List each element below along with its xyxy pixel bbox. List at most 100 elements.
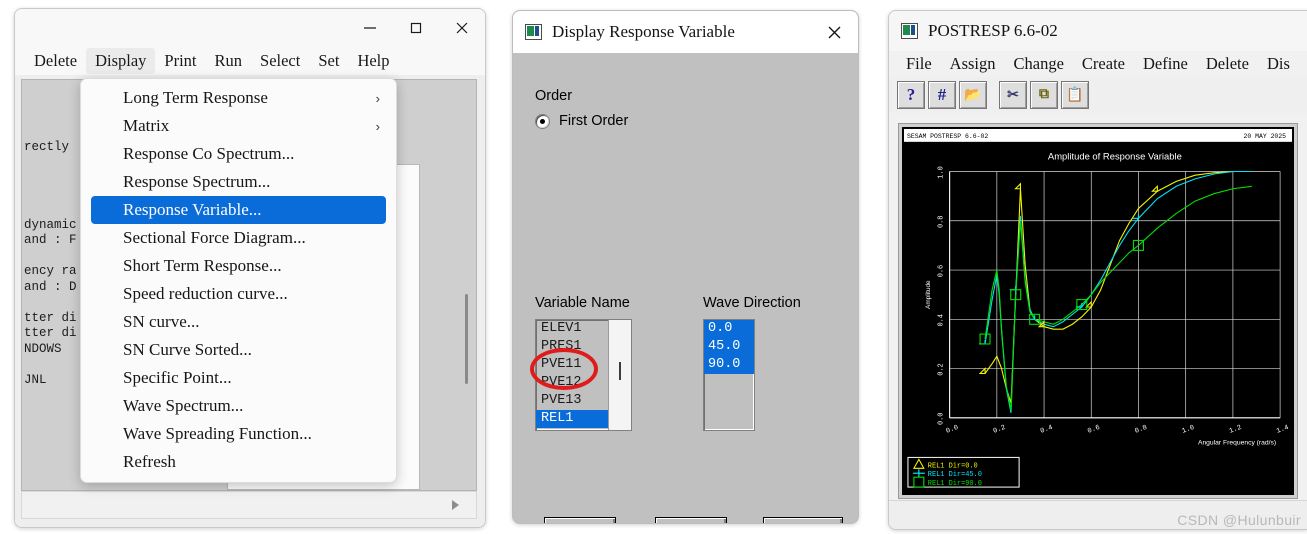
- hash-icon[interactable]: #: [928, 81, 956, 109]
- postresp-menu-item-dis[interactable]: Dis: [1258, 54, 1299, 74]
- scroll-right-icon[interactable]: [448, 498, 462, 517]
- postresp-menu-item-define[interactable]: Define: [1134, 54, 1197, 74]
- plot-container: SESAM POSTRESP 6.6-02 20 MAY 2025 Amplitud…: [898, 123, 1298, 499]
- display-menu-item-label: Speed reduction curve...: [123, 284, 288, 303]
- first-order-label: First Order: [559, 113, 629, 129]
- svg-text:0.4: 0.4: [938, 314, 946, 326]
- variable-list-item[interactable]: PRES1: [536, 338, 608, 356]
- svg-text:1.0: 1.0: [938, 166, 946, 178]
- display-dropdown-menu: Long Term Response › Matrix › Response Co Sp…: [80, 78, 397, 483]
- display-menu-item-13[interactable]: Refresh: [81, 448, 396, 476]
- display-menu-item-2[interactable]: Response Co Spectrum...: [81, 140, 396, 168]
- window1-vertical-scrollbar[interactable]: [460, 164, 472, 484]
- postresp-menu-item-delete[interactable]: Delete: [1197, 54, 1258, 74]
- postresp-title: POSTRESP 6.6-02: [928, 21, 1058, 40]
- display-response-variable-dialog: Display Response Variable Order First Or…: [512, 10, 859, 524]
- display-menu-item-11[interactable]: Wave Spectrum...: [81, 392, 396, 420]
- app-window-icon: [901, 23, 918, 39]
- menu-item-display[interactable]: Display: [86, 48, 156, 74]
- minimize-icon[interactable]: [347, 9, 393, 47]
- display-menu-item-label: Response Spectrum...: [123, 172, 271, 191]
- variable-list-item[interactable]: PVE13: [536, 392, 608, 410]
- variable-list-item[interactable]: REL1: [536, 410, 608, 428]
- postresp-menu-item-assign[interactable]: Assign: [941, 54, 1005, 74]
- apply-button[interactable]: Apply: [655, 517, 727, 523]
- postresp-menu-item-create[interactable]: Create: [1073, 54, 1134, 74]
- window1-controls: [347, 9, 485, 47]
- svg-text:REL1 Dir=90.0: REL1 Dir=90.0: [928, 480, 982, 488]
- scrollbar-thumb[interactable]: [465, 294, 468, 384]
- menu-item-help[interactable]: Help: [348, 48, 398, 74]
- svg-text:REL1 Dir=0.0: REL1 Dir=0.0: [928, 462, 978, 470]
- display-menu-item-7[interactable]: Speed reduction curve...: [81, 280, 396, 308]
- paste-icon[interactable]: 📋: [1061, 81, 1089, 109]
- ok-button[interactable]: OK: [544, 517, 616, 523]
- display-menu-item-1[interactable]: Matrix ›: [81, 112, 396, 140]
- radio-selected-icon[interactable]: [535, 113, 550, 129]
- postresp-menu-item-file[interactable]: File: [897, 54, 941, 74]
- svg-text:Amplitude: Amplitude: [925, 280, 932, 309]
- display-menu-item-label: Specific Point...: [123, 368, 232, 387]
- svg-text:SESAM POSTRESP 6.6-02: SESAM POSTRESP 6.6-02: [907, 133, 988, 140]
- postresp-menubar: File Assign Change Create Define Delete Dis: [889, 51, 1307, 77]
- dialog-title: Display Response Variable: [552, 22, 735, 41]
- chevron-right-icon: ›: [375, 90, 380, 106]
- cancel-button[interactable]: Cancel: [763, 517, 843, 523]
- window1-titlebar[interactable]: [15, 9, 485, 47]
- svg-text:Angular Frequency (rad/s): Angular Frequency (rad/s): [1198, 440, 1276, 447]
- window1-horizontal-scrollbar[interactable]: [21, 491, 477, 519]
- display-menu-item-label: Response Co Spectrum...: [123, 144, 295, 163]
- display-menu-item-label: Long Term Response: [123, 88, 268, 107]
- wave-direction-list-item[interactable]: 90.0: [704, 356, 754, 374]
- help-icon[interactable]: ?: [897, 81, 925, 109]
- svg-text:0.6: 0.6: [938, 265, 946, 277]
- display-menu-item-label: Response Variable...: [123, 200, 262, 219]
- svg-text:Amplitude of Response Variable: Amplitude of Response Variable: [1048, 151, 1182, 162]
- first-order-radio-row[interactable]: First Order: [535, 113, 628, 129]
- dialog-titlebar[interactable]: Display Response Variable: [513, 11, 858, 53]
- display-menu-item-label: Refresh: [123, 452, 176, 471]
- console-output: rectly dynamic and : F ency ra and : D t…: [24, 140, 77, 387]
- svg-text:20 MAY 2025: 20 MAY 2025: [1243, 133, 1286, 140]
- menu-item-set[interactable]: Set: [309, 48, 348, 74]
- copy-icon[interactable]: ⧉: [1030, 81, 1058, 109]
- cut-icon[interactable]: ✂: [999, 81, 1027, 109]
- variable-listbox-scrollbar[interactable]: [608, 320, 631, 430]
- display-menu-item-8[interactable]: SN curve...: [81, 308, 396, 336]
- postresp-menu-item-change[interactable]: Change: [1005, 54, 1073, 74]
- display-menu-item-0[interactable]: Long Term Response ›: [81, 84, 396, 112]
- display-menu-item-6[interactable]: Short Term Response...: [81, 252, 396, 280]
- wave-direction-list-item[interactable]: 45.0: [704, 338, 754, 356]
- menu-item-run[interactable]: Run: [206, 48, 252, 74]
- display-menu-item-3[interactable]: Response Spectrum...: [81, 168, 396, 196]
- postresp-titlebar[interactable]: POSTRESP 6.6-02: [889, 11, 1307, 51]
- maximize-icon[interactable]: [393, 9, 439, 47]
- variable-list-item[interactable]: ELEV1: [536, 320, 608, 338]
- dialog-body: Order First Order Variable Name Wave Dir…: [513, 53, 858, 523]
- display-menu-item-label: Wave Spectrum...: [123, 396, 244, 415]
- window1-menubar: Delete Display Print Run Select Set Help: [15, 47, 485, 75]
- display-menu-item-label: Sectional Force Diagram...: [123, 228, 306, 247]
- variable-name-listbox[interactable]: ELEV1 PRES1 PVE11 PVE12 PVE13 REL1: [535, 319, 632, 431]
- open-folder-icon[interactable]: 📂: [959, 81, 987, 109]
- display-menu-item-label: SN curve...: [123, 312, 200, 331]
- postresp-window: POSTRESP 6.6-02 File Assign Change Create De…: [888, 10, 1307, 530]
- postresp-toolbar: ? # 📂 ✂ ⧉ 📋: [889, 77, 1307, 113]
- wave-direction-list-item[interactable]: 0.0: [704, 320, 754, 338]
- display-menu-item-label: Matrix: [123, 116, 170, 135]
- display-menu-item-12[interactable]: Wave Spreading Function...: [81, 420, 396, 448]
- menu-item-select[interactable]: Select: [251, 48, 309, 74]
- variable-name-label: Variable Name: [535, 295, 630, 311]
- close-icon[interactable]: [439, 9, 485, 47]
- variable-list-item[interactable]: PVE12: [536, 374, 608, 392]
- display-menu-item-4[interactable]: Response Variable...: [91, 196, 386, 224]
- menu-item-delete[interactable]: Delete: [25, 48, 86, 74]
- wave-direction-label: Wave Direction: [703, 295, 801, 311]
- menu-item-print[interactable]: Print: [155, 48, 205, 74]
- display-menu-item-9[interactable]: SN Curve Sorted...: [81, 336, 396, 364]
- dialog-close-icon[interactable]: [816, 15, 852, 49]
- wave-direction-listbox[interactable]: 0.0 45.0 90.0: [703, 319, 755, 431]
- variable-list-item[interactable]: PVE11: [536, 356, 608, 374]
- display-menu-item-10[interactable]: Specific Point...: [81, 364, 396, 392]
- display-menu-item-5[interactable]: Sectional Force Diagram...: [81, 224, 396, 252]
